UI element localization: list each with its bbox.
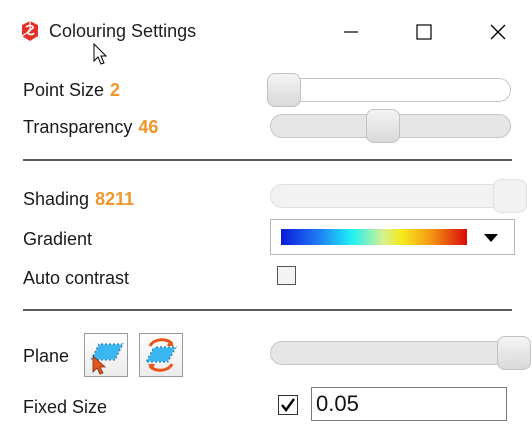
close-icon — [490, 24, 506, 40]
mouse-pointer-icon — [93, 43, 108, 65]
fixed-size-input[interactable]: 0.05 — [311, 387, 507, 421]
colouring-settings-window: Colouring Settings Point Size 2 Transpar… — [0, 0, 532, 429]
sketchup-logo-icon — [21, 21, 38, 41]
dropdown-arrow-icon[interactable] — [484, 234, 498, 242]
point-size-row: Point Size 2 — [23, 80, 120, 101]
plane-slider-thumb[interactable] — [497, 336, 531, 370]
plane-pick-button[interactable] — [84, 333, 128, 377]
shading-slider-thumb[interactable] — [493, 179, 527, 213]
checkmark-icon — [278, 395, 298, 415]
gradient-colour-bar — [281, 229, 467, 245]
transparency-value: 46 — [138, 117, 159, 137]
auto-contrast-checkbox[interactable] — [277, 266, 296, 285]
plane-pick-icon — [90, 343, 124, 375]
shading-value: 8211 — [95, 189, 135, 209]
transparency-slider[interactable] — [270, 109, 511, 143]
gradient-label: Gradient — [23, 229, 93, 249]
maximize-button[interactable] — [401, 12, 447, 52]
shading-label: Shading — [23, 189, 90, 209]
shading-row: Shading 8211 — [23, 189, 134, 210]
title-bar[interactable]: Colouring Settings — [0, 0, 532, 65]
point-size-value: 2 — [110, 80, 121, 100]
point-size-slider[interactable] — [267, 73, 511, 107]
transparency-slider-thumb[interactable] — [366, 109, 400, 143]
section-divider — [23, 309, 512, 311]
transparency-label: Transparency — [23, 117, 133, 137]
point-size-slider-thumb[interactable] — [267, 73, 301, 107]
gradient-dropdown[interactable] — [270, 219, 515, 255]
minimize-icon — [344, 31, 358, 33]
plane-slider[interactable] — [270, 336, 531, 370]
fixed-size-checkbox[interactable] — [278, 395, 298, 415]
auto-contrast-label: Auto contrast — [23, 268, 130, 288]
window-title: Colouring Settings — [49, 21, 197, 41]
plane-rotate-button[interactable] — [139, 333, 183, 377]
maximize-icon — [416, 24, 432, 40]
point-size-label: Point Size — [23, 80, 105, 100]
plane-label: Plane — [23, 346, 70, 366]
transparency-row: Transparency 46 — [23, 117, 158, 138]
close-button[interactable] — [475, 12, 521, 52]
fixed-size-label: Fixed Size — [23, 397, 108, 417]
section-divider — [23, 159, 512, 161]
shading-slider[interactable] — [270, 179, 527, 213]
minimize-button[interactable] — [328, 12, 374, 52]
plane-rotate-icon — [145, 338, 177, 372]
